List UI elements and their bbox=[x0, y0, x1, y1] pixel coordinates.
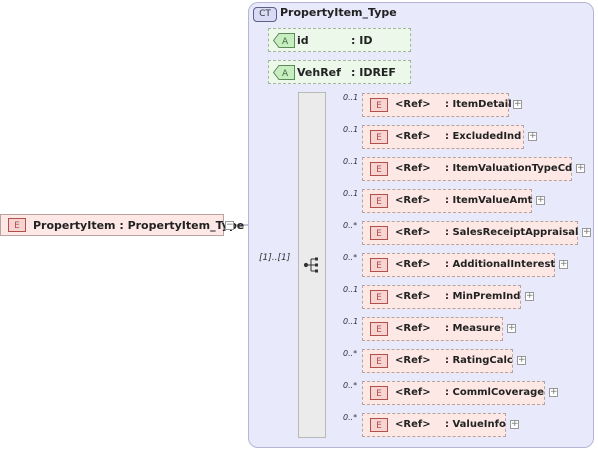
expand-toggle[interactable]: + bbox=[510, 420, 519, 429]
complex-type-title: PropertyItem_Type bbox=[280, 6, 397, 19]
ref-element-minpremind[interactable]: E <Ref> : MinPremInd bbox=[362, 285, 521, 309]
ref-label: <Ref> bbox=[395, 99, 431, 110]
ref-cardinality: 0..* bbox=[343, 253, 358, 262]
ref-label: <Ref> bbox=[395, 387, 431, 398]
element-badge: E bbox=[370, 162, 388, 176]
element-badge: E bbox=[370, 290, 388, 304]
element-badge: E bbox=[370, 98, 388, 112]
expand-toggle[interactable]: + bbox=[525, 292, 534, 301]
ref-cardinality: 0..1 bbox=[343, 125, 359, 134]
ref-label: <Ref> bbox=[395, 163, 431, 174]
ref-name: : MinPremInd bbox=[445, 291, 521, 302]
ref-label: <Ref> bbox=[395, 355, 431, 366]
expand-toggle[interactable]: + bbox=[559, 260, 568, 269]
element-badge: E bbox=[370, 418, 388, 432]
ref-name: : ItemValuationTypeCd bbox=[445, 163, 573, 174]
ref-label: <Ref> bbox=[395, 419, 431, 430]
ref-cardinality: 0..* bbox=[343, 413, 358, 422]
ref-element-additionalinterest[interactable]: E <Ref> : AdditionalInterest bbox=[362, 253, 555, 277]
expand-toggle[interactable]: + bbox=[536, 196, 545, 205]
ref-label: <Ref> bbox=[395, 131, 431, 142]
ref-name: : CommlCoverage bbox=[445, 387, 545, 398]
ref-element-itemvalueamt[interactable]: E <Ref> : ItemValueAmt bbox=[362, 189, 532, 213]
ref-cardinality: 0..* bbox=[343, 349, 358, 358]
attribute-name: VehRef bbox=[297, 66, 341, 79]
attribute-icon: A bbox=[273, 33, 295, 48]
attribute-badge-text: A bbox=[282, 37, 289, 47]
sequence-icon bbox=[303, 257, 318, 273]
root-element[interactable]: E PropertyItem : PropertyItem_Type bbox=[0, 214, 244, 236]
complex-type-badge: CT bbox=[253, 7, 277, 22]
root-element-label: PropertyItem : PropertyItem_Type bbox=[33, 219, 245, 232]
expand-toggle[interactable]: + bbox=[513, 100, 522, 109]
element-badge: E bbox=[370, 194, 388, 208]
ref-name: : ItemDetail bbox=[445, 99, 512, 110]
ref-cardinality: 0..1 bbox=[343, 285, 359, 294]
element-badge: E bbox=[370, 258, 388, 272]
ref-name: : ItemValueAmt bbox=[445, 195, 533, 206]
ref-label: <Ref> bbox=[395, 195, 431, 206]
expand-toggle[interactable]: + bbox=[576, 164, 585, 173]
element-badge: E bbox=[370, 130, 388, 144]
ref-element-salesreceiptappraisal[interactable]: E <Ref> : SalesReceiptAppraisal bbox=[362, 221, 578, 245]
ref-name: : Measure bbox=[445, 323, 501, 334]
element-badge: E bbox=[370, 354, 388, 368]
ref-label: <Ref> bbox=[395, 259, 431, 270]
attribute-id[interactable]: A id : ID bbox=[268, 28, 411, 52]
ref-cardinality: 0..1 bbox=[343, 317, 359, 326]
sequence-cardinality: [1]..[1] bbox=[259, 253, 291, 263]
ref-label: <Ref> bbox=[395, 291, 431, 302]
attribute-type: : ID bbox=[351, 34, 373, 47]
ref-name: : ValueInfo bbox=[445, 419, 506, 430]
attribute-vehref[interactable]: A VehRef : IDREF bbox=[268, 60, 411, 84]
expand-toggle[interactable]: + bbox=[528, 132, 537, 141]
ref-element-excludedind[interactable]: E <Ref> : ExcludedInd bbox=[362, 125, 524, 149]
element-badge: E bbox=[370, 226, 388, 240]
attribute-type: : IDREF bbox=[351, 66, 396, 79]
ref-cardinality: 0..1 bbox=[343, 93, 359, 102]
ref-element-measure[interactable]: E <Ref> : Measure bbox=[362, 317, 503, 341]
ref-cardinality: 0..1 bbox=[343, 189, 359, 198]
attribute-name: id bbox=[297, 34, 309, 47]
attribute-badge-text: A bbox=[282, 69, 289, 79]
expand-toggle[interactable]: + bbox=[582, 228, 591, 237]
ref-element-valueinfo[interactable]: E <Ref> : ValueInfo bbox=[362, 413, 506, 437]
element-badge: E bbox=[370, 386, 388, 400]
expand-toggle[interactable]: + bbox=[507, 324, 516, 333]
element-badge: E bbox=[8, 218, 26, 232]
ref-name: : AdditionalInterest bbox=[445, 259, 556, 270]
ref-name: : RatingCalc bbox=[445, 355, 513, 366]
ref-cardinality: 0..1 bbox=[343, 157, 359, 166]
ref-element-itemdetail[interactable]: E <Ref> : ItemDetail bbox=[362, 93, 512, 117]
ref-name: : SalesReceiptAppraisal bbox=[445, 227, 579, 238]
ref-cardinality: 0..* bbox=[343, 381, 358, 390]
ref-label: <Ref> bbox=[395, 227, 431, 238]
expand-toggle[interactable]: + bbox=[517, 356, 526, 365]
expand-toggle[interactable]: + bbox=[549, 388, 558, 397]
element-badge: E bbox=[370, 322, 388, 336]
collapse-toggle[interactable]: − bbox=[225, 221, 234, 230]
ref-element-ratingcalc[interactable]: E <Ref> : RatingCalc bbox=[362, 349, 513, 373]
ref-element-commlcoverage[interactable]: E <Ref> : CommlCoverage bbox=[362, 381, 545, 405]
attribute-icon: A bbox=[273, 65, 295, 80]
ref-name: : ExcludedInd bbox=[445, 131, 522, 142]
ref-element-itemvaluationtypecd[interactable]: E <Ref> : ItemValuationTypeCd bbox=[362, 157, 572, 181]
ref-cardinality: 0..* bbox=[343, 221, 358, 230]
ref-label: <Ref> bbox=[395, 323, 431, 334]
